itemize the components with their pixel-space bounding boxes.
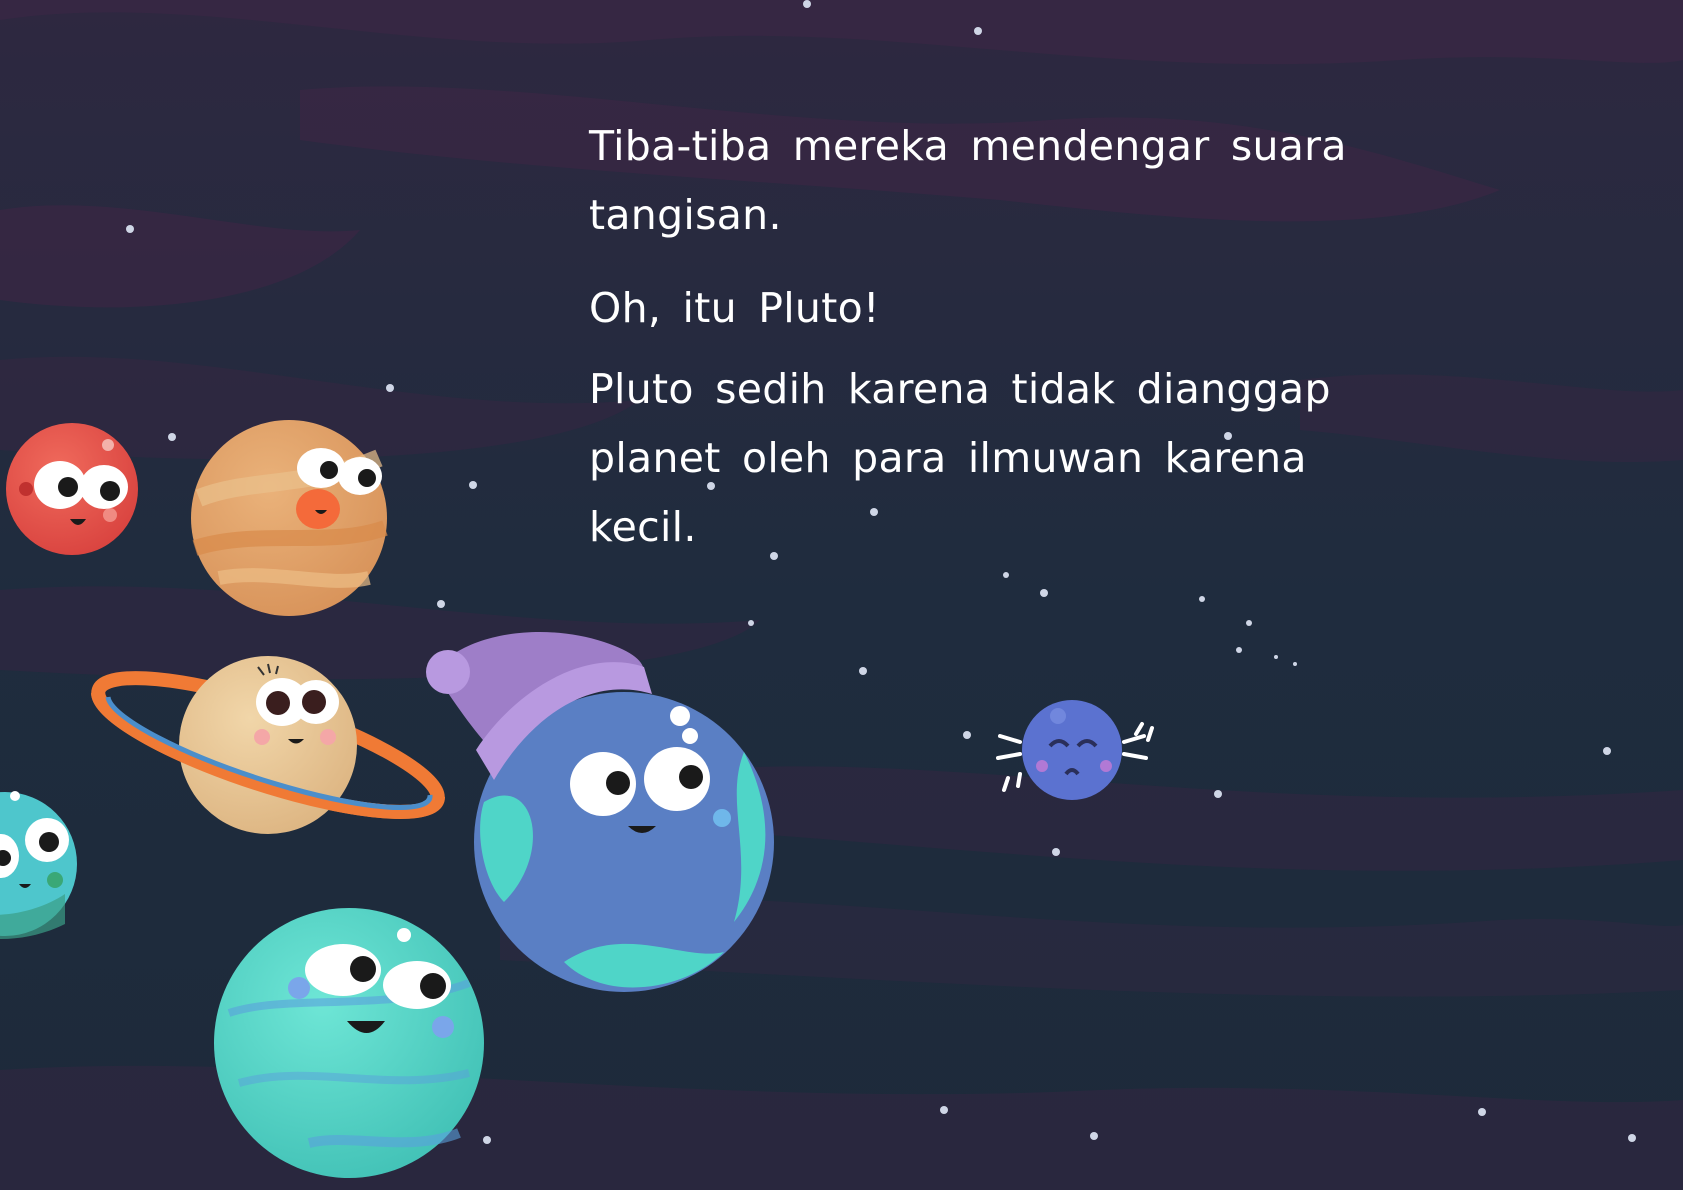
- storybook-page: Tiba-tiba mereka mendengar suara tangisa…: [0, 0, 1683, 1190]
- mars-character: [6, 423, 138, 555]
- story-paragraph-2: Oh, itu Pluto!: [589, 284, 880, 332]
- story-paragraph-3: Pluto sedih karena tidak dianggap planet…: [589, 365, 1331, 551]
- jupiter-character: [191, 420, 388, 616]
- story-text-block: Tiba-tiba mereka mendengar suara tangisa…: [589, 112, 1349, 586]
- uranus-character: [214, 908, 484, 1178]
- story-paragraph-1: Tiba-tiba mereka mendengar suara tangisa…: [589, 122, 1347, 239]
